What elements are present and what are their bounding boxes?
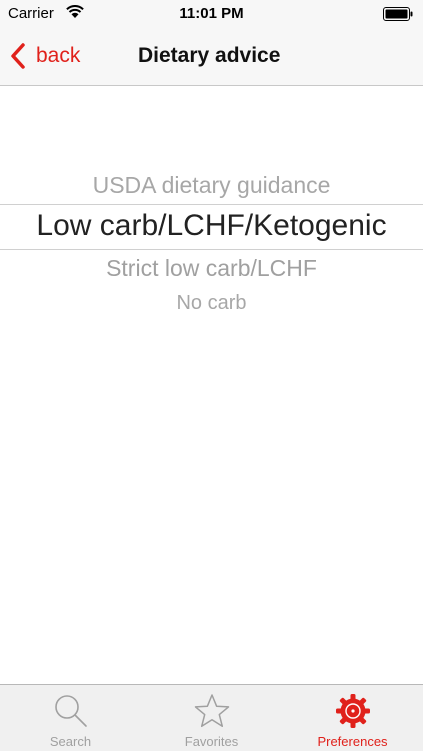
picker-option-usda[interactable]: USDA dietary guidance bbox=[0, 172, 423, 199]
back-button[interactable]: back bbox=[8, 41, 80, 71]
picker-option-strict-low-carb[interactable]: Strict low carb/LCHF bbox=[0, 255, 423, 282]
star-icon bbox=[194, 694, 229, 728]
tab-search-label: Search bbox=[49, 734, 92, 749]
back-button-label: back bbox=[36, 44, 81, 67]
search-icon bbox=[54, 695, 87, 727]
tab-preferences[interactable]: Preferences bbox=[282, 685, 423, 751]
selection-divider-bottom bbox=[0, 249, 423, 250]
battery-icon bbox=[383, 7, 413, 21]
clock: 11:01 PM bbox=[179, 5, 244, 22]
chevron-left-icon bbox=[11, 43, 25, 69]
status-bar: Carrier 11:01 PM bbox=[0, 0, 423, 28]
dietary-advice-picker[interactable]: USDA dietary guidance Low carb/LCHF/Keto… bbox=[0, 160, 423, 330]
tab-favorites[interactable]: Favorites bbox=[141, 685, 282, 751]
selection-divider-top bbox=[0, 204, 423, 205]
tab-preferences-label: Preferences bbox=[317, 734, 388, 749]
gear-icon bbox=[335, 694, 370, 728]
tab-favorites-label: Favorites bbox=[184, 734, 239, 749]
tab-search[interactable]: Search bbox=[0, 685, 141, 751]
picker-option-no-carb[interactable]: No carb bbox=[0, 292, 423, 315]
navigation-bar: back Dietary advice bbox=[0, 28, 423, 86]
picker-option-selected[interactable]: Low carb/LCHF/Ketogenic bbox=[0, 209, 423, 243]
page-title: Dietary advice bbox=[138, 44, 281, 67]
tab-bar: Search Favorites Preferences bbox=[0, 684, 423, 751]
